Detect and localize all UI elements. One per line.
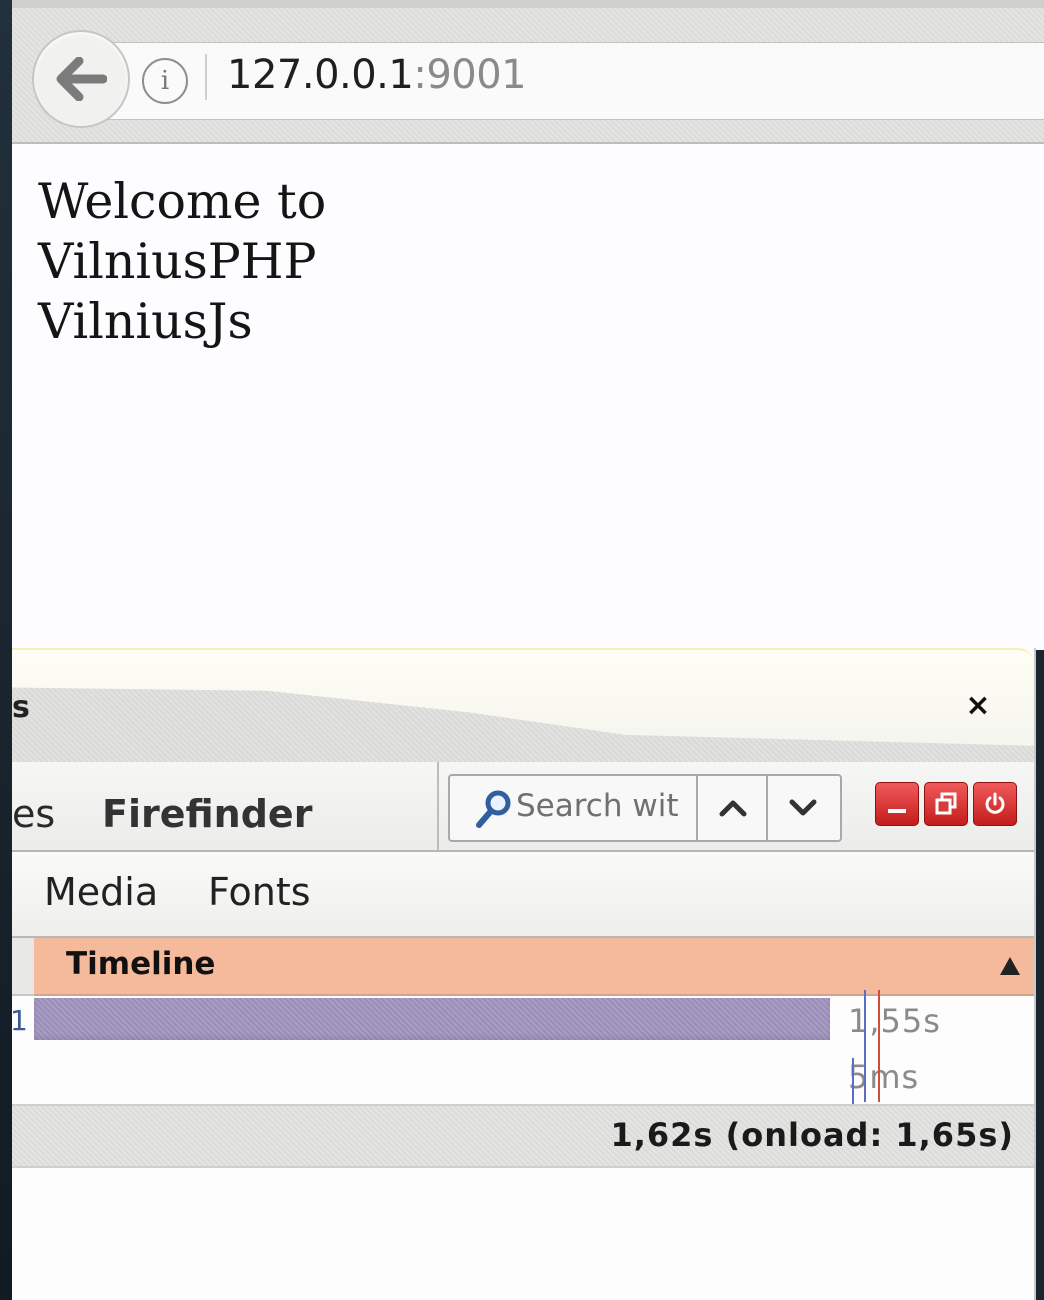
tab-partial[interactable]: es xyxy=(12,792,55,836)
chevron-down-icon xyxy=(789,799,817,816)
summary-marker-line xyxy=(852,1058,854,1104)
filter-tab-media[interactable]: Media xyxy=(44,870,158,914)
deactivate-button[interactable] xyxy=(973,782,1017,826)
back-arrow-icon xyxy=(56,57,107,101)
search-input[interactable] xyxy=(516,786,692,826)
devtools-title-bar: s × xyxy=(12,648,1034,764)
row-fragment: 1 xyxy=(10,1004,28,1037)
restore-icon xyxy=(935,792,957,815)
welcome-line: Welcome to xyxy=(38,173,327,230)
page-content: Welcome to VilniusPHP VilniusJs xyxy=(12,144,1044,650)
devtools-title-fragment: s xyxy=(12,690,30,725)
search-previous-button[interactable] xyxy=(696,776,768,840)
timeline-track xyxy=(34,996,830,1042)
dom-content-loaded-line xyxy=(864,990,866,1102)
summary-time: 5ms xyxy=(848,1058,920,1096)
devtools-panel: s × es Firefinder Search wit Media Fonts… xyxy=(10,648,1036,1300)
close-icon[interactable]: × xyxy=(962,690,994,722)
sort-ascending-icon xyxy=(1000,957,1020,975)
welcome-line: VilniusPHP xyxy=(38,233,317,290)
minimize-icon xyxy=(888,809,906,813)
tab-divider xyxy=(437,762,439,850)
tab-firefinder[interactable]: Firefinder xyxy=(102,792,312,836)
summary-row: 5ms xyxy=(12,1052,1034,1108)
request-time: 1,55s xyxy=(848,1002,941,1040)
minimize-button[interactable] xyxy=(875,782,919,826)
onload-line xyxy=(878,990,880,1102)
table-row[interactable]: 1 1,55s xyxy=(10,996,1034,1052)
power-icon xyxy=(985,792,1005,814)
search-icon xyxy=(476,790,511,828)
timeline-header-label: Timeline xyxy=(66,946,216,982)
total-time: 1,62s (onload: 1,65s) xyxy=(610,1116,1014,1154)
timeline-column-header[interactable]: Timeline xyxy=(34,938,1034,996)
filter-tab-fonts[interactable]: Fonts xyxy=(208,870,311,914)
back-button[interactable] xyxy=(32,30,130,128)
net-footer: 1,62s (onload: 1,65s) xyxy=(12,1104,1034,1168)
url-text[interactable]: 127.0.0.1:9001 xyxy=(227,52,527,98)
welcome-text: Welcome to VilniusPHP VilniusJs xyxy=(38,172,326,352)
url-separator xyxy=(205,54,207,100)
url-host: 127.0.0.1 xyxy=(227,52,414,98)
title-bar-swoosh xyxy=(12,687,1034,762)
timeline-bar xyxy=(34,998,830,1040)
column-header-partial[interactable] xyxy=(12,938,34,996)
desktop-edge xyxy=(0,0,12,1300)
search-box xyxy=(448,774,842,842)
net-filter-tabs: Media Fonts xyxy=(12,852,1034,938)
detach-button[interactable] xyxy=(924,782,968,826)
search-next-button[interactable] xyxy=(766,776,838,840)
url-port: :9001 xyxy=(413,52,527,98)
welcome-line: VilniusJs xyxy=(38,293,253,350)
info-icon[interactable]: i xyxy=(142,58,188,104)
toolbar-top-edge xyxy=(12,0,1044,8)
browser-toolbar: i 127.0.0.1:9001 xyxy=(12,0,1044,144)
chevron-up-icon xyxy=(719,800,747,817)
